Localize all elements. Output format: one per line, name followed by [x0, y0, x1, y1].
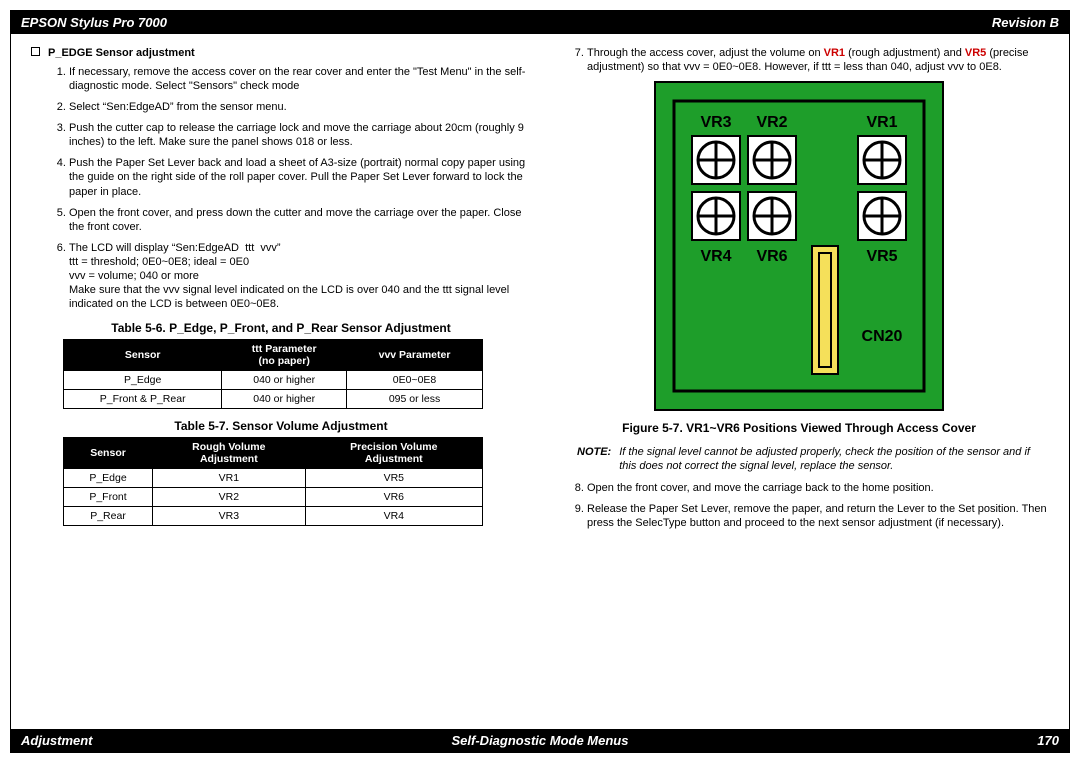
note-label: NOTE:	[577, 445, 611, 473]
t56-h1: ttt Parameter (no paper)	[222, 340, 347, 371]
left-column: P_EDGE Sensor adjustment If necessary, r…	[31, 46, 531, 721]
step-1: If necessary, remove the access cover on…	[69, 65, 531, 93]
board-label: CN20	[862, 328, 903, 345]
circuit-board-icon: VR3 VR2 VR1	[654, 81, 944, 411]
t57-h1: Rough Volume Adjustment	[153, 438, 306, 469]
step-5: Open the front cover, and press down the…	[69, 206, 531, 234]
t57-h2: Precision Volume Adjustment	[305, 438, 482, 469]
t56-c: 040 or higher	[222, 390, 347, 409]
footer-page-number: 170	[1037, 733, 1059, 748]
t56-c: 0E0~0E8	[347, 371, 483, 390]
figure-5-7: VR3 VR2 VR1	[549, 81, 1049, 411]
table-row: P_Edge VR1 VR5	[64, 469, 483, 488]
t57-c: VR4	[305, 507, 482, 526]
vr5-label: VR5	[965, 47, 986, 59]
potentiometer-icon	[692, 136, 740, 184]
t56-c: 040 or higher	[222, 371, 347, 390]
step-3: Push the cutter cap to release the carri…	[69, 121, 531, 149]
potentiometer-icon	[692, 192, 740, 240]
footer-center: Self-Diagnostic Mode Menus	[11, 733, 1069, 748]
potentiometer-icon	[748, 136, 796, 184]
step-9: Release the Paper Set Lever, remove the …	[587, 502, 1049, 530]
page-header: EPSON Stylus Pro 7000 Revision B	[11, 11, 1069, 34]
table-5-6: Sensor ttt Parameter (no paper) vvv Para…	[63, 339, 483, 409]
board-label: VR5	[866, 248, 897, 265]
board-label: VR2	[756, 114, 787, 131]
note-block: NOTE: If the signal level cannot be adju…	[577, 445, 1049, 473]
t57-c: VR2	[153, 488, 306, 507]
potentiometer-icon	[858, 136, 906, 184]
checkbox-icon	[31, 47, 40, 56]
board-label: VR3	[700, 114, 731, 131]
table-row: P_Edge 040 or higher 0E0~0E8	[64, 371, 483, 390]
table-5-7-caption: Table 5-7. Sensor Volume Adjustment	[31, 419, 531, 433]
section-heading: P_EDGE Sensor adjustment	[31, 46, 531, 59]
step-6-sub2: vvv = volume; 040 or more	[69, 269, 531, 283]
t57-h0: Sensor	[64, 438, 153, 469]
step-6-sub1: ttt = threshold; 0E0~0E8; ideal = 0E0	[69, 255, 531, 269]
board-label: VR1	[866, 114, 897, 131]
table-5-6-caption: Table 5-6. P_Edge, P_Front, and P_Rear S…	[31, 321, 531, 335]
figure-caption: Figure 5-7. VR1~VR6 Positions Viewed Thr…	[549, 421, 1049, 435]
footer-left: Adjustment	[21, 733, 93, 748]
procedure-list-right-7: Through the access cover, adjust the vol…	[549, 46, 1049, 74]
step-6: The LCD will display “Sen:EdgeAD ttt vvv…	[69, 241, 531, 311]
t57-c: VR3	[153, 507, 306, 526]
t56-c: P_Front & P_Rear	[64, 390, 222, 409]
t57-c: P_Front	[64, 488, 153, 507]
t57-c: VR1	[153, 469, 306, 488]
page-body: P_EDGE Sensor adjustment If necessary, r…	[11, 34, 1069, 729]
header-left: EPSON Stylus Pro 7000	[21, 15, 167, 30]
header-right: Revision B	[992, 15, 1059, 30]
t57-c: P_Edge	[64, 469, 153, 488]
step-7-mid1: (rough adjustment) and	[845, 47, 965, 59]
vr1-label: VR1	[824, 47, 845, 59]
t56-c: P_Edge	[64, 371, 222, 390]
procedure-list-left: If necessary, remove the access cover on…	[31, 65, 531, 311]
section-title: P_EDGE Sensor adjustment	[48, 47, 195, 59]
t57-c: P_Rear	[64, 507, 153, 526]
t56-c: 095 or less	[347, 390, 483, 409]
procedure-list-right-8: Open the front cover, and move the carri…	[549, 481, 1049, 530]
board-label: VR6	[756, 248, 787, 265]
t57-c: VR5	[305, 469, 482, 488]
step-7: Through the access cover, adjust the vol…	[587, 46, 1049, 74]
potentiometer-icon	[858, 192, 906, 240]
board-label: VR4	[700, 248, 731, 265]
connector-icon	[812, 246, 838, 374]
t57-c: VR6	[305, 488, 482, 507]
step-8: Open the front cover, and move the carri…	[587, 481, 1049, 495]
step-6-sub3: Make sure that the vvv signal level indi…	[69, 283, 531, 311]
step-7-pre: Through the access cover, adjust the vol…	[587, 47, 824, 59]
page-footer: Adjustment Self-Diagnostic Mode Menus 17…	[11, 729, 1069, 752]
t56-h0: Sensor	[64, 340, 222, 371]
table-row: P_Front & P_Rear 040 or higher 095 or le…	[64, 390, 483, 409]
table-row: P_Rear VR3 VR4	[64, 507, 483, 526]
step-6-main: The LCD will display “Sen:EdgeAD ttt vvv…	[69, 242, 281, 254]
note-text: If the signal level cannot be adjusted p…	[619, 445, 1049, 473]
right-column: Through the access cover, adjust the vol…	[549, 46, 1049, 721]
table-row: P_Front VR2 VR6	[64, 488, 483, 507]
step-2: Select “Sen:EdgeAD” from the sensor menu…	[69, 100, 531, 114]
page-frame: EPSON Stylus Pro 7000 Revision B P_EDGE …	[10, 10, 1070, 753]
potentiometer-icon	[748, 192, 796, 240]
t56-h2: vvv Parameter	[347, 340, 483, 371]
table-5-7: Sensor Rough Volume Adjustment Precision…	[63, 437, 483, 526]
step-4: Push the Paper Set Lever back and load a…	[69, 156, 531, 198]
